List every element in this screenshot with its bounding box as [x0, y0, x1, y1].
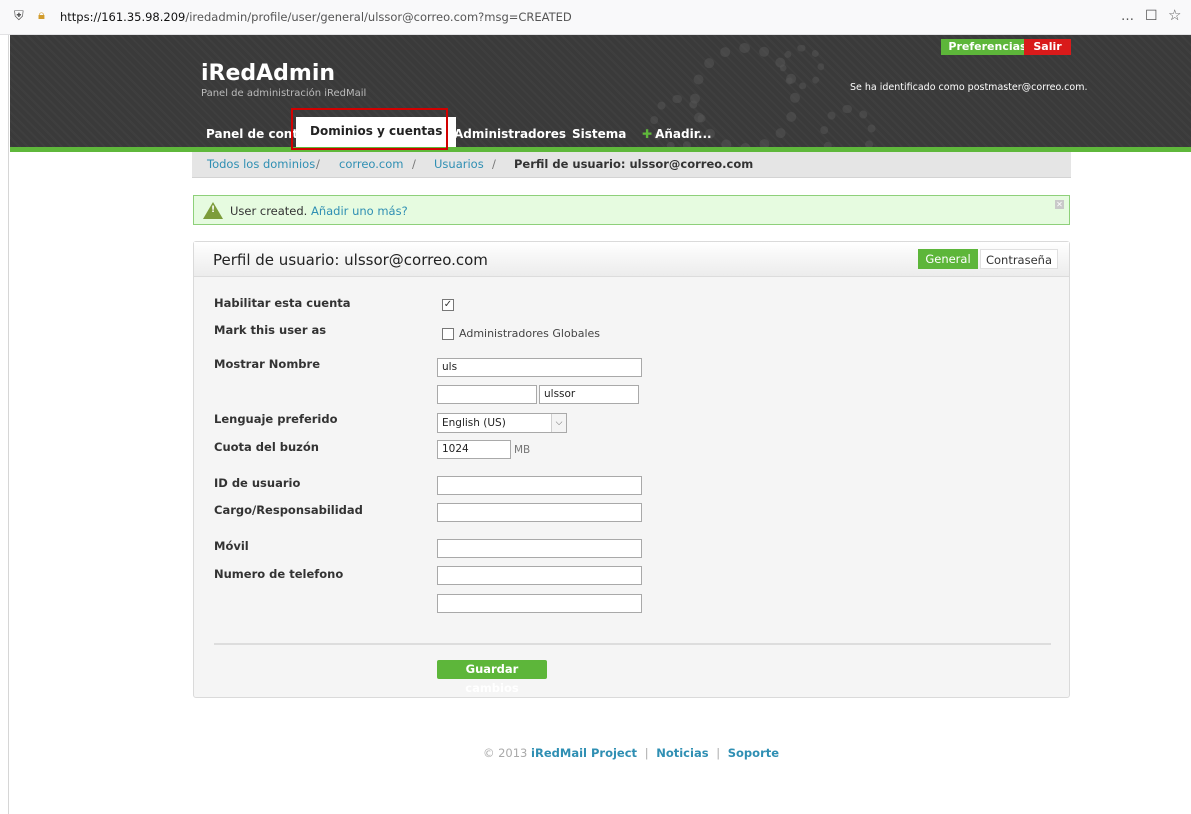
footer-news-link[interactable]: Noticias [656, 746, 708, 760]
add-another-link[interactable]: Añadir uno más? [311, 204, 408, 218]
chevron-down-icon: ⌵ [551, 414, 566, 432]
url-field[interactable]: https://161.35.98.209/iredadmin/profile/… [60, 10, 572, 24]
footer-support-link[interactable]: Soporte [728, 746, 779, 760]
enable-account-checkbox[interactable]: ✓ [442, 299, 454, 311]
quota-unit: MB [514, 444, 531, 456]
nav-system[interactable]: Sistema [572, 124, 626, 146]
app-subtitle: Panel de administración iRedMail [201, 88, 367, 99]
user-id-label: ID de usuario [214, 476, 301, 490]
phone-input-2[interactable] [437, 594, 642, 613]
preferences-button[interactable]: Preferencias [941, 39, 1034, 55]
star-icon[interactable]: ☆ [1168, 6, 1181, 24]
tab-password[interactable]: Contraseña [980, 249, 1058, 269]
breadcrumb-domain[interactable]: correo.com [339, 157, 404, 171]
mobile-input[interactable] [437, 539, 642, 558]
breadcrumb: Todos los dominios / correo.com / Usuari… [192, 152, 1071, 178]
lock-icon[interactable]: 🔒︎ [38, 8, 45, 23]
warning-icon-mark: ! [211, 205, 216, 215]
phone-label: Numero de telefono [214, 567, 344, 581]
breadcrumb-current: Perfil de usuario: ulssor@correo.com [514, 157, 754, 171]
plus-icon: ✚ [642, 127, 653, 141]
user-id-input[interactable] [437, 476, 642, 495]
mobile-label: Móvil [214, 539, 249, 553]
form-divider [214, 643, 1051, 645]
app-header: iRedAdmin Panel de administración iRedMa… [10, 35, 1191, 161]
nav-administrators[interactable]: Administradores [454, 124, 566, 146]
breadcrumb-users[interactable]: Usuarios [434, 157, 484, 171]
job-title-label: Cargo/Responsabilidad [214, 503, 363, 517]
last-name-input[interactable]: ulssor [539, 385, 639, 404]
nav-add[interactable]: ✚ Añadir... [642, 124, 712, 146]
job-title-input[interactable] [437, 503, 642, 522]
footer-separator: | [716, 746, 721, 760]
nav-label: Añadir... [655, 127, 712, 141]
display-name-label: Mostrar Nombre [214, 357, 321, 371]
gear-decoration-icon [780, 45, 824, 89]
breadcrumb-separator: / [412, 157, 416, 171]
footer-project-link[interactable]: iRedMail Project [531, 746, 637, 760]
user-profile-panel: Perfil de usuario: ulssor@correo.com Gen… [193, 241, 1070, 698]
pocket-icon[interactable]: ☐ [1145, 8, 1158, 24]
logged-in-identity: Se ha identificado como postmaster@corre… [850, 82, 1088, 93]
menu-dots-icon[interactable]: … [1121, 9, 1134, 24]
logout-button[interactable]: Salir [1024, 39, 1071, 55]
notice-text: User created. [230, 204, 308, 218]
phone-input[interactable] [437, 566, 642, 585]
language-select[interactable]: English (US) ⌵ [437, 413, 567, 433]
url-path: /iredadmin/profile/user/general/ulssor@c… [185, 10, 572, 24]
panel-title: Perfil de usuario: ulssor@correo.com [213, 251, 488, 269]
app-title: iRedAdmin [201, 61, 336, 86]
quota-label: Cuota del buzón [214, 440, 319, 454]
tab-general[interactable]: General [918, 249, 978, 269]
breadcrumb-separator: / [492, 157, 496, 171]
first-name-input[interactable] [437, 385, 537, 404]
language-select-value: English (US) [442, 417, 506, 429]
url-host: https://161.35.98.209 [60, 10, 186, 24]
breadcrumb-all-domains[interactable]: Todos los dominios [207, 157, 315, 171]
nav-label: Sistema [572, 127, 627, 141]
footer-copyright: © 2013 [482, 746, 528, 760]
global-admin-label: Administradores Globales [459, 327, 600, 340]
notice-message: User created. Añadir uno más? [230, 204, 408, 218]
save-changes-button[interactable]: Guardar cambios [437, 660, 547, 695]
language-label: Lenguaje preferido [214, 412, 338, 426]
footer-separator: | [644, 746, 649, 760]
mark-user-label: Mark this user as [214, 323, 327, 337]
display-name-input[interactable]: uls [437, 358, 642, 377]
global-admin-checkbox[interactable] [442, 328, 454, 340]
page-edge [8, 35, 9, 814]
browser-address-bar: ⛨ 🔒︎ https://161.35.98.209/iredadmin/pro… [0, 0, 1191, 35]
breadcrumb-separator: / [316, 157, 320, 171]
annotation-highlight-box [291, 108, 448, 150]
quota-input[interactable]: 1024 [437, 440, 511, 459]
close-icon[interactable]: ✕ [1055, 200, 1064, 209]
page-footer: © 2013 iRedMail Project | Noticias | Sop… [0, 746, 1191, 760]
shield-icon[interactable]: ⛨ [14, 9, 24, 24]
nav-label: Administradores [454, 127, 567, 141]
success-notice: ! User created. Añadir uno más? ✕ [193, 195, 1070, 225]
panel-header: Perfil de usuario: ulssor@correo.com Gen… [194, 242, 1069, 277]
enable-account-label: Habilitar esta cuenta [214, 296, 351, 310]
